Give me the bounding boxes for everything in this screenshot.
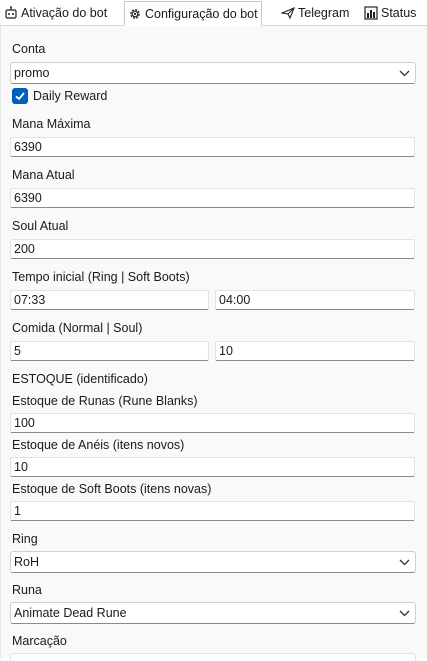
- marcacao-select[interactable]: [10, 653, 416, 661]
- comida-soul-input[interactable]: 10: [215, 341, 415, 361]
- estoque-runas-label: Estoque de Runas (Rune Blanks): [12, 394, 198, 408]
- estoque-boots-input[interactable]: 1: [10, 501, 415, 521]
- ring-select[interactable]: RoH: [10, 551, 416, 573]
- checkmark-icon: [15, 92, 25, 101]
- mana-maxima-label: Mana Máxima: [12, 117, 91, 131]
- marcacao-label: Marcação: [12, 634, 67, 648]
- tab-status[interactable]: Status: [364, 2, 416, 24]
- soul-atual-label: Soul Atual: [12, 219, 69, 233]
- estoque-header: ESTOQUE (identificado): [12, 372, 148, 386]
- estoque-boots-label: Estoque de Soft Boots (itens novas): [12, 482, 212, 496]
- runa-value: Animate Dead Rune: [14, 606, 127, 620]
- soul-atual-input[interactable]: 200: [10, 239, 415, 259]
- tab-label: Status: [381, 6, 417, 20]
- comida-normal-input[interactable]: 5: [10, 341, 209, 361]
- tab-label: Telegram: [298, 6, 350, 20]
- chevron-down-icon: [399, 559, 410, 566]
- mana-maxima-input[interactable]: 6390: [10, 137, 415, 157]
- conta-label: Conta: [12, 42, 46, 56]
- daily-reward-label: Daily Reward: [33, 89, 108, 103]
- conta-value: promo: [14, 66, 50, 80]
- bar-chart-icon: [364, 6, 378, 20]
- mana-atual-label: Mana Atual: [12, 168, 75, 182]
- tempo-inicial-label: Tempo inicial (Ring | Soft Boots): [12, 270, 190, 284]
- paper-plane-icon: [281, 6, 295, 20]
- robot-icon: [4, 6, 18, 20]
- estoque-aneis-label: Estoque de Anéis (itens novos): [12, 438, 185, 452]
- tab-configuracao[interactable]: Configuração do bot: [124, 1, 262, 26]
- tab-bar: Ativação do bot Configuração do bot Tele…: [0, 0, 427, 26]
- mana-atual-input[interactable]: 6390: [10, 188, 415, 208]
- tempo-boots-input[interactable]: 04:00: [215, 290, 415, 310]
- tab-telegram[interactable]: Telegram: [281, 2, 349, 24]
- ring-label: Ring: [12, 532, 38, 546]
- ring-value: RoH: [14, 555, 40, 569]
- chevron-down-icon: [399, 70, 410, 77]
- tab-label: Ativação do bot: [21, 6, 108, 20]
- estoque-aneis-input[interactable]: 10: [10, 457, 415, 477]
- runa-select[interactable]: Animate Dead Rune: [10, 602, 416, 624]
- daily-reward-checkbox[interactable]: [12, 88, 28, 104]
- tab-label: Configuração do bot: [145, 6, 258, 21]
- estoque-runas-input[interactable]: 100: [10, 413, 415, 433]
- conta-select[interactable]: promo: [10, 62, 416, 84]
- chevron-down-icon: [399, 610, 410, 617]
- comida-label: Comida (Normal | Soul): [12, 321, 143, 335]
- runa-label: Runa: [12, 583, 42, 597]
- tab-ativacao[interactable]: Ativação do bot: [4, 2, 107, 24]
- tempo-ring-input[interactable]: 07:33: [10, 290, 209, 310]
- gear-icon: [128, 7, 142, 21]
